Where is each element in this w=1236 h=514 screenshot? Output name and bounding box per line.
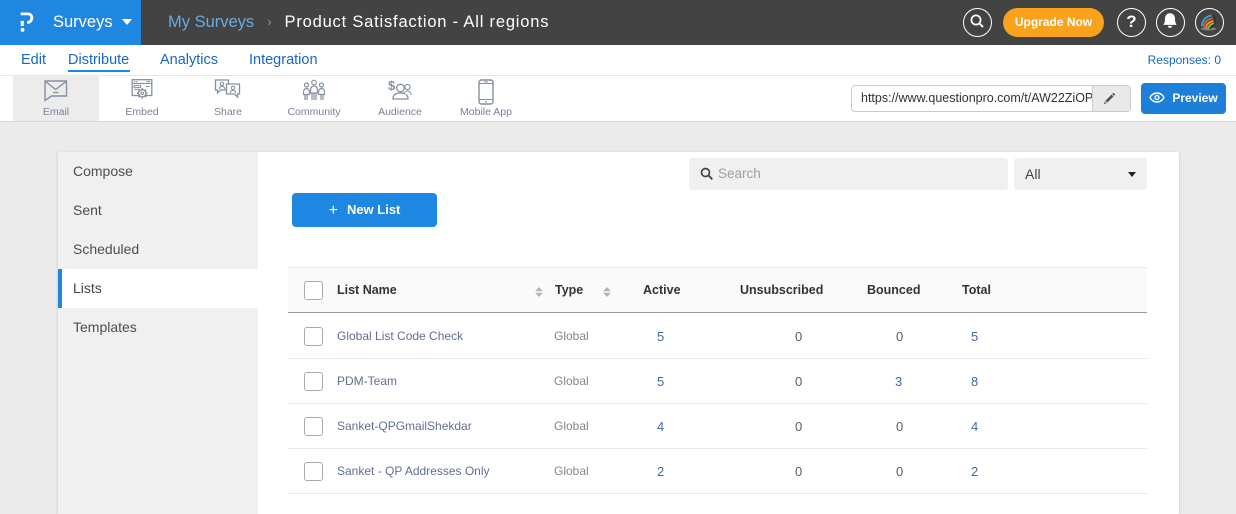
svg-text:$: $ bbox=[388, 79, 396, 93]
